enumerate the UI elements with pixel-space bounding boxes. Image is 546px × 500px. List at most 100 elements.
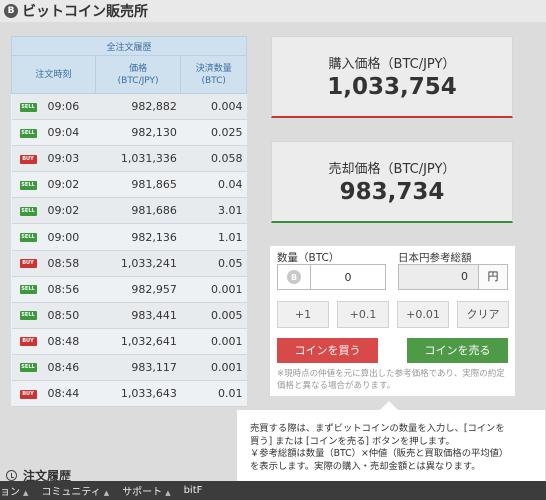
page-title-bar: B ビットコイン販売所 — [0, 0, 546, 22]
order-amount: 0.001 — [180, 328, 247, 355]
buy-badge: BUY — [19, 154, 37, 164]
chevron-down-icon: ▲ — [103, 489, 110, 497]
column-header-time: 注文時刻 — [11, 55, 96, 94]
order-amount: 1.01 — [180, 223, 247, 251]
page-title: ビットコイン販売所 — [22, 4, 148, 20]
quantity-value[interactable]: 0 — [311, 271, 385, 284]
order-price: 982,882 — [95, 93, 181, 121]
order-time-cell: SELL 09:06 — [11, 93, 96, 121]
order-time: 08:48 — [47, 334, 80, 348]
order-time-cell: BUY 08:48 — [11, 328, 96, 355]
order-time-cell: SELL 08:50 — [11, 302, 96, 329]
sell-badge: SELL — [19, 363, 37, 373]
nav-item-option[interactable]: ョン ▲ — [0, 483, 28, 498]
bitcoin-icon: B — [4, 4, 18, 18]
sell-badge: SELL — [19, 128, 37, 138]
order-amount: 0.001 — [180, 354, 247, 382]
sell-badge: SELL — [19, 311, 37, 321]
sell-badge: SELL — [19, 206, 37, 216]
order-price: 982,136 — [95, 223, 181, 251]
order-time: 08:46 — [47, 360, 80, 374]
increment-0-01-button[interactable]: +0.01 — [397, 301, 449, 328]
order-time-cell: BUY 09:03 — [11, 145, 96, 173]
table-row: SELL 09:02 981,865 0.04 — [11, 171, 247, 199]
buy-price-value: 1,033,754 — [327, 74, 457, 100]
order-time-cell: SELL 09:00 — [11, 223, 96, 251]
sell-badge: SELL — [19, 102, 37, 112]
sell-price-value: 983,734 — [339, 179, 445, 205]
buy-coin-button[interactable]: コインを買う — [277, 338, 378, 363]
tooltip-line: 売買する際は、まずビットコインの数量を入力し、[コインを — [250, 423, 505, 434]
trade-form: 数量（BTC） 日本円参考総額 B 0 0 円 +1 +0.1 +0.01 クリ… — [270, 246, 515, 396]
quantity-input[interactable]: B 0 — [277, 264, 386, 290]
order-price: 982,957 — [95, 276, 181, 303]
order-price: 1,031,336 — [95, 145, 181, 173]
table-row: BUY 08:48 1,032,641 0.001 — [11, 328, 247, 355]
table-title: 全注文履歴 — [11, 36, 247, 56]
table-row: SELL 09:02 981,686 3.01 — [11, 197, 247, 225]
order-time: 08:44 — [47, 387, 80, 401]
order-amount: 0.01 — [180, 380, 247, 408]
clear-button[interactable]: クリア — [457, 301, 509, 328]
sell-badge: SELL — [19, 180, 37, 190]
order-price: 1,033,241 — [95, 250, 181, 277]
table-row: BUY 09:03 1,031,336 0.058 — [11, 145, 247, 173]
increment-1-button[interactable]: +1 — [277, 301, 329, 328]
order-amount: 0.025 — [180, 119, 247, 147]
order-time-cell: SELL 09:02 — [11, 197, 96, 225]
buy-badge: BUY — [19, 337, 37, 347]
order-price: 983,117 — [95, 354, 181, 382]
qty-label: 数量（BTC） — [277, 252, 340, 264]
order-amount: 0.058 — [180, 145, 247, 173]
table-row: SELL 09:06 982,882 0.004 — [11, 93, 247, 121]
nav-item-support[interactable]: サポート ▲ — [122, 483, 170, 498]
order-time: 09:02 — [47, 178, 80, 192]
order-time: 09:00 — [47, 230, 80, 244]
order-price: 982,130 — [95, 119, 181, 147]
sell-price-card: 売却価格（BTC/JPY） 983,734 — [271, 141, 513, 223]
column-header-price: 価格 (BTC/JPY) — [94, 55, 182, 94]
order-time: 08:58 — [47, 256, 80, 270]
yen-unit-label: 円 — [478, 265, 507, 289]
chevron-down-icon: ▲ — [23, 489, 29, 497]
order-price: 981,686 — [95, 197, 181, 225]
order-amount: 0.04 — [180, 171, 247, 199]
bitcoin-icon: B — [287, 270, 301, 284]
buy-badge: BUY — [19, 389, 37, 399]
buy-price-label: 購入価格（BTC/JPY） — [328, 57, 456, 72]
tooltip-line: 買う] または [コインを売る] ボタンを押します。 — [250, 435, 455, 447]
order-amount: 0.001 — [180, 276, 247, 303]
yen-total-value: 0 — [461, 270, 468, 283]
table-row: SELL 08:56 982,957 0.001 — [11, 276, 247, 303]
nav-item-bitflyer[interactable]: bitF — [184, 485, 203, 496]
increment-0-1-button[interactable]: +0.1 — [337, 301, 389, 328]
order-time-cell: BUY 08:44 — [11, 380, 96, 408]
order-time: 09:02 — [47, 204, 80, 218]
order-history-table: 全注文履歴 注文時刻 価格 (BTC/JPY) 決済数量 (BTC) SELL 09:… — [11, 36, 247, 408]
sell-coin-button[interactable]: コインを売る — [407, 338, 508, 363]
order-price: 1,032,641 — [95, 328, 181, 355]
table-row: SELL 08:46 983,117 0.001 — [11, 354, 247, 382]
order-price: 983,441 — [95, 302, 181, 329]
order-time-cell: SELL 09:02 — [11, 171, 96, 199]
price-note: ※現時点の仲値を元に算出した参考価格であり、実際の約定価格と異なる場合があります… — [277, 369, 505, 391]
order-time: 08:56 — [47, 282, 80, 296]
order-amount: 0.05 — [180, 250, 247, 277]
table-row: SELL 08:50 983,441 0.005 — [11, 302, 247, 329]
buy-price-card: 購入価格（BTC/JPY） 1,033,754 — [271, 36, 513, 118]
order-time: 09:03 — [47, 152, 80, 166]
order-amount: 0.005 — [180, 302, 247, 329]
order-amount: 3.01 — [180, 197, 247, 225]
yen-total-field: 0 円 — [398, 264, 508, 290]
tooltip-line: を表示します。実際の購入・売却金額とは異なります。 — [250, 460, 481, 472]
order-amount: 0.004 — [180, 93, 247, 121]
chevron-down-icon: ▲ — [165, 489, 171, 497]
yen-total-label: 日本円参考総額 — [398, 252, 472, 264]
clock-icon — [6, 470, 17, 481]
order-time-cell: SELL 08:56 — [11, 276, 96, 303]
order-time: 08:50 — [47, 308, 80, 322]
order-price: 1,033,643 — [95, 380, 181, 408]
order-time-cell: BUY 08:58 — [11, 250, 96, 277]
nav-item-community[interactable]: コミュニティ ▲ — [41, 483, 109, 498]
order-time-cell: SELL 08:46 — [11, 354, 96, 382]
